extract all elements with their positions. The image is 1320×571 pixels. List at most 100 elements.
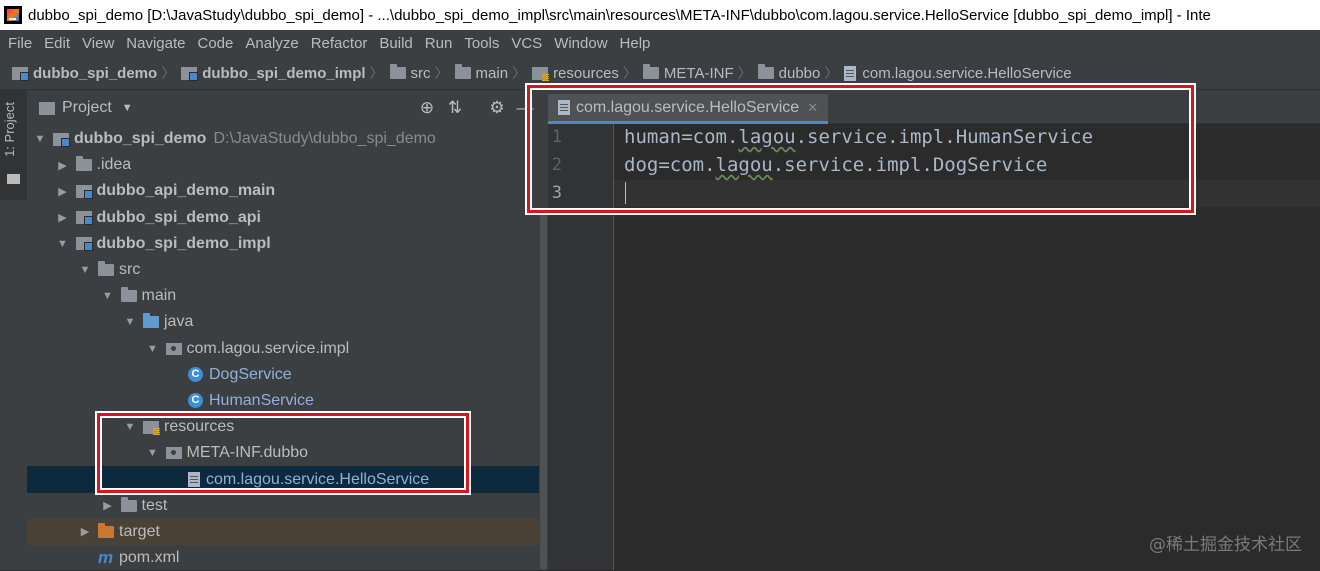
menu-tools[interactable]: Tools [458, 35, 505, 52]
menu-view[interactable]: View [76, 35, 120, 52]
editor-tab-bar: com.lagou.service.HelloService ✕ [548, 90, 1320, 124]
resources-folder-icon [532, 66, 550, 81]
code-area[interactable]: human=com. lagou .service.impl.HumanServic… [614, 124, 1320, 570]
breadcrumb-item[interactable]: META-INF [642, 64, 734, 82]
tree-item[interactable]: ▶ dubbo_api_demo_main [27, 178, 539, 204]
tree-item[interactable]: ▼ java [27, 309, 539, 335]
tree-item-selected[interactable]: ▶com.lagou.service.HelloService [27, 466, 539, 493]
menu-help[interactable]: Help [614, 35, 657, 52]
tree-item-label: DogService [209, 365, 292, 383]
menu-analyze[interactable]: Analyze [239, 35, 304, 52]
panel-toolbar: ⊕ ⇅ ⚙ — [413, 90, 539, 126]
module-icon [12, 66, 29, 81]
chevron-right-icon: 〉 [824, 65, 839, 81]
chevron-down-icon: ▼ [121, 102, 133, 114]
folder-icon [7, 174, 20, 184]
file-icon [558, 100, 570, 115]
folder-icon [120, 496, 137, 512]
menu-code[interactable]: Code [191, 35, 239, 52]
tree-item-path: D:\JavaStudy\dubbo_spi_demo [213, 130, 436, 148]
tree-item[interactable]: ▼ dubbo_spi_demo_impl [27, 231, 539, 257]
expand-arrow-icon[interactable]: ▼ [123, 421, 137, 433]
project-panel-header: Project ▼ ⊕ ⇅ ⚙ — [27, 90, 539, 126]
folder-icon [454, 64, 471, 79]
package-icon [165, 342, 182, 355]
collapse-arrow-icon[interactable]: ▶ [101, 499, 115, 512]
tree-item-label: target [119, 522, 160, 540]
menu-vcs[interactable]: VCS [505, 35, 548, 52]
folder-icon [120, 287, 137, 303]
breadcrumb-label: resources [553, 64, 619, 82]
breadcrumb: dubbo_spi_demo 〉 dubbo_spi_demo_impl 〉 src 〉 m… [0, 57, 1320, 90]
project-scrollbar[interactable] [539, 90, 548, 570]
expand-arrow-icon[interactable]: ▼ [146, 343, 160, 355]
collapse-arrow-icon[interactable]: ▶ [78, 525, 92, 538]
class-icon: C [188, 393, 203, 409]
expand-arrow-icon[interactable]: ▼ [123, 316, 137, 328]
menu-edit[interactable]: Edit [38, 35, 76, 52]
breadcrumb-label: dubbo_spi_demo [33, 64, 158, 82]
project-tool-tab[interactable]: 1: Project [0, 90, 27, 200]
tree-item[interactable]: ▼ main [27, 283, 539, 309]
tree-item[interactable]: ▶CDogService [27, 362, 539, 388]
line-number: 3 [551, 183, 562, 203]
tree-item-label: pom.xml [119, 549, 180, 567]
breadcrumb-item[interactable]: dubbo_spi_demo [12, 65, 157, 82]
tree-item[interactable]: ▼ resources [27, 414, 539, 440]
expand-arrow-icon[interactable]: ▼ [56, 238, 70, 250]
menu-refactor[interactable]: Refactor [305, 35, 374, 52]
chevron-right-icon: 〉 [434, 65, 449, 81]
code-text: human=com. [624, 126, 739, 148]
folder-icon [757, 64, 774, 79]
expand-arrow-icon[interactable]: ▼ [101, 290, 115, 302]
collapse-arrow-icon[interactable]: ▶ [56, 159, 70, 172]
current-line-highlight [614, 180, 1320, 207]
breadcrumb-item[interactable]: dubbo [757, 64, 820, 82]
collapse-all-icon[interactable]: ⇅ [441, 98, 469, 118]
menu-window[interactable]: Window [548, 35, 613, 52]
code-text: .service.impl.HumanService [795, 126, 1094, 148]
tree-item[interactable]: ▶ target [27, 518, 539, 545]
project-panel: Project ▼ ⊕ ⇅ ⚙ — ▼ dubbo_spi_demo D:\Java… [27, 90, 539, 570]
editor-tab-label: com.lagou.service.HelloService [576, 98, 800, 116]
expand-arrow-icon[interactable]: ▼ [78, 264, 92, 276]
file-icon [844, 65, 857, 81]
locate-file-icon[interactable]: ⊕ [413, 98, 441, 118]
collapse-arrow-icon[interactable]: ▶ [56, 211, 70, 224]
tree-item[interactable]: ▶mpom.xml [27, 545, 539, 571]
tree-item[interactable]: ▼ dubbo_spi_demo D:\JavaStudy\dubbo_spi_de… [27, 126, 539, 152]
collapse-arrow-icon[interactable]: ▶ [56, 185, 70, 198]
folder-icon [642, 64, 659, 79]
tree-item[interactable]: ▼ src [27, 257, 539, 283]
breadcrumb-item[interactable]: resources [532, 65, 619, 82]
gear-icon[interactable]: ⚙ [483, 98, 511, 118]
tree-item[interactable]: ▼ META-INF.dubbo [27, 440, 539, 466]
project-view-selector[interactable]: Project ▼ [39, 99, 133, 117]
folder-icon [389, 64, 406, 79]
tree-item[interactable]: ▶ test [27, 493, 539, 519]
tree-item[interactable]: ▼ com.lagou.service.impl [27, 336, 539, 362]
tree-item[interactable]: ▶CHumanService [27, 388, 539, 414]
menu-run[interactable]: Run [419, 35, 459, 52]
spelling-warning-text: lagou [715, 154, 773, 176]
menu-file[interactable]: File [0, 35, 38, 52]
resources-folder-icon [143, 420, 160, 435]
menu-bar: File Edit View Navigate Code Analyze Refactor B… [0, 30, 1320, 57]
breadcrumb-item[interactable]: src [389, 64, 431, 82]
breadcrumb-item[interactable]: com.lagou.service.HelloService [844, 65, 1072, 82]
expand-arrow-icon[interactable]: ▼ [146, 447, 160, 459]
tree-item[interactable]: ▶ dubbo_spi_demo_api [27, 205, 539, 231]
expand-arrow-icon[interactable]: ▼ [33, 133, 47, 145]
scrollbar-thumb[interactable] [540, 210, 547, 570]
hide-panel-icon[interactable]: — [511, 98, 539, 118]
project-panel-title: Project [62, 99, 112, 116]
project-tool-tab-label: 1: Project [2, 102, 17, 157]
menu-navigate[interactable]: Navigate [120, 35, 191, 52]
breadcrumb-item[interactable]: main [454, 64, 508, 82]
tree-item[interactable]: ▶ .idea [27, 152, 539, 178]
menu-build[interactable]: Build [373, 35, 418, 52]
editor-tab[interactable]: com.lagou.service.HelloService ✕ [548, 94, 829, 124]
breadcrumb-item[interactable]: dubbo_spi_demo_impl [181, 65, 366, 82]
package-icon [165, 447, 182, 460]
close-icon[interactable]: ✕ [807, 100, 818, 116]
